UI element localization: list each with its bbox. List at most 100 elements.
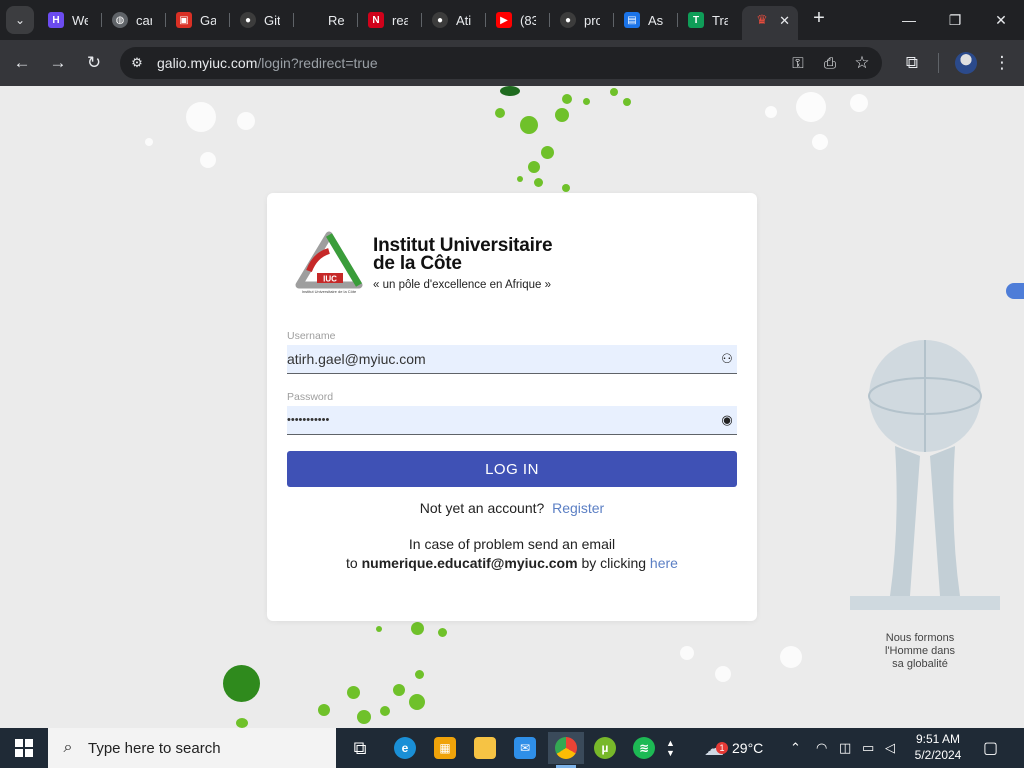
- arrow-right-icon: →: [49, 53, 67, 72]
- decor-dot: [380, 706, 390, 716]
- site-settings-icon[interactable]: ⚙: [128, 54, 146, 72]
- username-field[interactable]: atirh.gael@myiuc.com ⚇: [287, 345, 737, 374]
- decor-dot: [415, 670, 424, 679]
- volume-icon[interactable]: ◁: [885, 728, 895, 768]
- tab-3[interactable]: ▣ Ga: [176, 6, 224, 34]
- github-icon: ●: [560, 12, 576, 28]
- decor-dot: [495, 108, 505, 118]
- institution-name: Institut Universitaire de la Côte: [373, 236, 553, 273]
- iuc-logo: IUC Institut Universitaire de la Côte: [295, 231, 363, 294]
- password-label: Password: [287, 391, 334, 403]
- restore-button[interactable]: ❐: [932, 0, 978, 40]
- tab-5[interactable]: Rea: [304, 6, 352, 34]
- utorrent-app[interactable]: µ: [587, 732, 623, 764]
- weather-temp: 29°C: [732, 740, 764, 756]
- decor-dot: [236, 718, 248, 728]
- decor-dot: [393, 684, 405, 696]
- decor-dot: [520, 116, 538, 134]
- close-tab-icon[interactable]: ✕: [779, 13, 790, 29]
- tab-4[interactable]: ● Git: [240, 6, 288, 34]
- tab-9[interactable]: ● pro: [560, 6, 608, 34]
- tab-7[interactable]: ● Ati: [432, 6, 480, 34]
- logo-subtext: Institut Universitaire de la Côte: [302, 289, 357, 294]
- decor-dot: [583, 98, 590, 105]
- profile-avatar[interactable]: [955, 52, 977, 74]
- back-button[interactable]: ←: [9, 50, 35, 76]
- logo-text: IUC: [323, 275, 337, 284]
- start-button[interactable]: [0, 728, 48, 768]
- institution-motto: « un pôle d'excellence en Afrique »: [373, 279, 552, 291]
- tab-2[interactable]: ◍ car: [112, 6, 160, 34]
- notifications-icon[interactable]: ▢: [983, 728, 998, 768]
- tab-divider: [485, 13, 486, 27]
- tagline-line: sa globalité: [892, 658, 948, 670]
- github-icon: ●: [432, 12, 448, 28]
- register-prompt: Not yet an account?: [419, 500, 545, 516]
- username-label: Username: [287, 330, 336, 342]
- youtube-icon: ▶: [496, 12, 512, 28]
- chevron-down-icon: ▼: [666, 748, 675, 758]
- tab-11[interactable]: T Tra: [688, 6, 736, 34]
- folder-icon: [474, 737, 496, 759]
- tab-8[interactable]: ▶ (83: [496, 6, 544, 34]
- install-app-icon[interactable]: ⎙: [817, 50, 843, 76]
- forward-button[interactable]: →: [45, 50, 71, 76]
- decor-dot: [623, 98, 631, 106]
- new-tab-button[interactable]: +: [808, 8, 830, 30]
- taskbar-search[interactable]: ⌕ Type here to search: [48, 728, 336, 768]
- clock[interactable]: 9:51 AM 5/2/2024: [908, 731, 968, 763]
- explorer-app[interactable]: [467, 732, 503, 764]
- tab-active[interactable]: ♛ ✕: [742, 6, 798, 40]
- decor-dot: [347, 686, 360, 699]
- tab-10[interactable]: ▤Asp: [624, 6, 672, 34]
- decor-dot: [517, 176, 523, 182]
- bookmark-star-icon[interactable]: ☆: [849, 50, 875, 76]
- decor-dot: [318, 704, 330, 716]
- eye-icon[interactable]: ◉: [719, 412, 735, 428]
- close-window-button[interactable]: ✕: [978, 0, 1024, 40]
- battery-icon[interactable]: ▭: [862, 728, 874, 768]
- decor-dot: [562, 94, 572, 104]
- camera-icon[interactable]: ◫: [839, 728, 851, 768]
- reload-button[interactable]: ↻: [81, 50, 107, 76]
- tab-6[interactable]: Nrea: [368, 6, 416, 34]
- edge-app[interactable]: e: [387, 732, 423, 764]
- chrome-app[interactable]: [548, 732, 584, 768]
- username-value: atirh.gael@myiuc.com: [287, 351, 426, 367]
- task-view-icon[interactable]: ⧉: [342, 732, 378, 764]
- reload-icon: ↻: [86, 53, 102, 72]
- tab-1[interactable]: H We: [48, 6, 96, 34]
- tab-divider: [293, 13, 294, 27]
- wifi-icon[interactable]: ◠: [816, 728, 827, 768]
- store-app[interactable]: ▦: [427, 732, 463, 764]
- taskbar: ⌕ Type here to search ⧉ e ▦ ✉ µ ≋ ▲ ▼ ☁ 1 …: [0, 728, 1024, 768]
- weather-widget[interactable]: ☁ 1 29°C: [704, 728, 763, 768]
- login-button[interactable]: LOG IN: [287, 451, 737, 487]
- key-icon[interactable]: ⚿: [785, 50, 811, 76]
- extensions-icon[interactable]: ⧉: [899, 50, 925, 76]
- tab-divider: [165, 13, 166, 27]
- help-link[interactable]: here: [650, 555, 678, 571]
- decor-dot: [555, 108, 569, 122]
- cloud-icon: ☁ 1: [704, 736, 728, 761]
- clock-date: 5/2/2024: [914, 748, 962, 762]
- register-link[interactable]: Register: [552, 500, 604, 516]
- toolbar-divider: [938, 53, 939, 73]
- tab-divider: [421, 13, 422, 27]
- crown-icon: ♛: [756, 12, 768, 27]
- tray-overflow-icon[interactable]: ⌃: [790, 728, 801, 768]
- taskbar-scroll[interactable]: ▲ ▼: [666, 728, 675, 768]
- login-card: IUC Institut Universitaire de la Côte In…: [267, 193, 757, 621]
- spotify-icon: ≋: [633, 737, 655, 759]
- menu-kebab-icon[interactable]: ⋮: [989, 50, 1015, 76]
- side-widget-tab[interactable]: [1006, 283, 1024, 299]
- mail-app[interactable]: ✉: [507, 732, 543, 764]
- tab-search-button[interactable]: ⌄: [6, 6, 34, 34]
- tab-divider: [101, 13, 102, 27]
- url-text[interactable]: galio.myiuc.com/login?redirect=true: [157, 55, 378, 71]
- spotify-app[interactable]: ≋: [626, 732, 662, 764]
- password-field[interactable]: ••••••••••• ◉: [287, 406, 737, 435]
- minimize-button[interactable]: —: [886, 0, 932, 40]
- red-square-icon: ▣: [176, 12, 192, 28]
- utorrent-icon: µ: [594, 737, 616, 759]
